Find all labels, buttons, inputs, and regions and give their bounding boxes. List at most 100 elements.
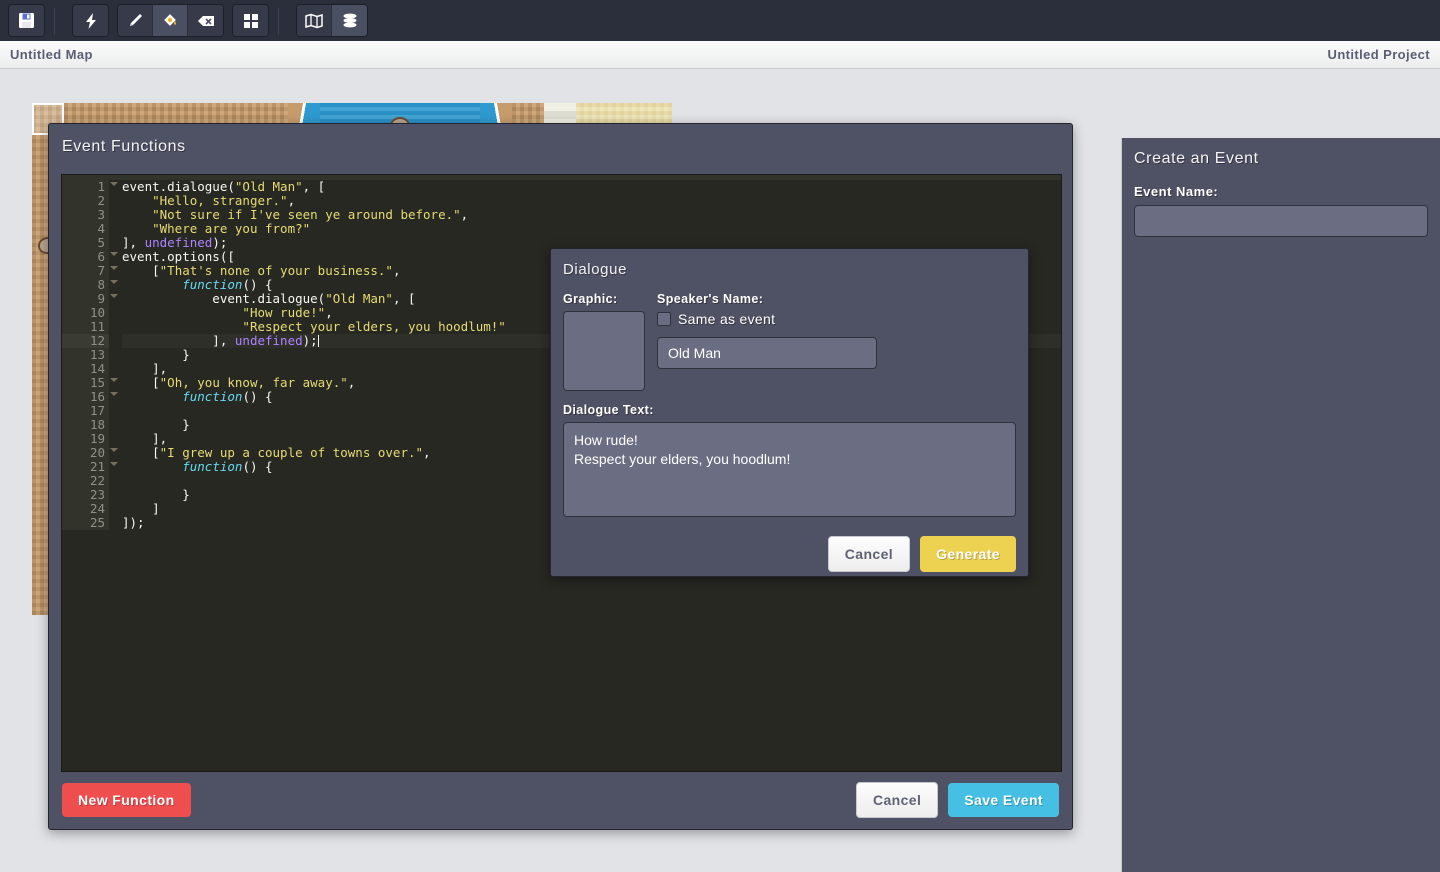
lightning-icon <box>83 12 99 30</box>
eraser-icon <box>196 13 216 29</box>
dialogue-text-label: Dialogue Text: <box>563 403 654 417</box>
text-cursor <box>317 335 319 347</box>
grid-button[interactable] <box>233 5 268 36</box>
code-line-text: "How rude!", <box>242 305 333 320</box>
bucket-icon <box>161 12 179 30</box>
code-line-text: ["That's none of your business.", <box>122 263 401 278</box>
toolbar-group-draw <box>117 4 224 37</box>
code-line-text: event.dialogue("Old Man", [ <box>122 291 416 306</box>
event-functions-panel: Event Functions 1 event.dialogue("Old Man… <box>48 123 1073 830</box>
graphic-picker[interactable] <box>563 311 645 391</box>
code-fold-arrow-icon[interactable] <box>110 252 118 256</box>
map-title: Untitled Map <box>10 47 93 62</box>
code-fold-arrow-icon[interactable] <box>110 392 118 396</box>
dialogue-modal-footer: Cancel Generate <box>563 536 1016 572</box>
line-number: 10 <box>62 306 109 320</box>
save-event-button[interactable]: Save Event <box>948 783 1059 817</box>
brush-icon <box>126 12 144 30</box>
toolbar-divider-2 <box>278 7 279 34</box>
same-as-event-label: Same as event <box>678 311 776 327</box>
line-number: 12 <box>62 334 109 348</box>
sidebar-heading: Create an Event <box>1134 150 1259 167</box>
toolbar-group-file <box>8 4 45 37</box>
dialogue-cancel-button[interactable]: Cancel <box>827 536 911 572</box>
code-line-text: function() { <box>182 459 273 474</box>
dialogue-top-row: Graphic: Speaker's Name: Same as event <box>563 292 1016 391</box>
event-cancel-button[interactable]: Cancel <box>855 782 939 818</box>
code-fold-arrow-icon[interactable] <box>110 266 118 270</box>
workspace: Event Functions 1 event.dialogue("Old Man… <box>0 69 1440 872</box>
line-number: 7 <box>62 264 118 278</box>
code-line[interactable]: 4 "Where are you from?" <box>62 222 1061 236</box>
code-fold-arrow-icon[interactable] <box>110 294 118 298</box>
gutter-pad <box>109 222 122 236</box>
toolbar-group-grid <box>232 4 269 37</box>
gutter-pad <box>109 348 122 362</box>
line-number: 21 <box>62 460 118 474</box>
line-number: 3 <box>62 208 109 222</box>
code-line-text: ], undefined); <box>122 235 228 250</box>
line-number: 14 <box>62 362 109 376</box>
gutter-pad <box>109 488 122 502</box>
gutter-pad <box>109 306 122 320</box>
gutter-pad <box>109 474 122 488</box>
speaker-name-input[interactable] <box>657 337 877 369</box>
code-line-text: ["Oh, you know, far away.", <box>122 375 356 390</box>
line-number: 4 <box>62 222 109 236</box>
graphic-label: Graphic: <box>563 292 618 306</box>
event-name-input[interactable] <box>1134 205 1428 237</box>
main-toolbar <box>0 0 1440 41</box>
eraser-button[interactable] <box>188 5 223 36</box>
line-number: 17 <box>62 404 109 418</box>
same-as-event-row[interactable]: Same as event <box>657 311 877 327</box>
line-number: 24 <box>62 502 109 516</box>
code-line-text: } <box>122 487 190 502</box>
dialogue-text-input[interactable] <box>563 422 1016 517</box>
code-line-text: ], <box>122 431 168 446</box>
new-function-button[interactable]: New Function <box>62 783 191 817</box>
code-fold-arrow-icon[interactable] <box>110 280 118 284</box>
line-number: 16 <box>62 390 118 404</box>
code-fold-arrow-icon[interactable] <box>110 378 118 382</box>
code-fold-arrow-icon[interactable] <box>110 462 118 466</box>
code-line-text: ], undefined); <box>122 333 319 348</box>
line-number: 13 <box>62 348 109 362</box>
event-functions-heading: Event Functions <box>62 138 186 155</box>
line-number: 5 <box>62 236 109 250</box>
layers-button[interactable] <box>332 5 367 36</box>
line-number: 9 <box>62 292 118 306</box>
line-number: 1 <box>62 180 118 194</box>
code-line[interactable]: 1 event.dialogue("Old Man", [ <box>62 180 1061 194</box>
code-line-text: ["I grew up a couple of towns over.", <box>122 445 431 460</box>
line-number: 25 <box>62 516 109 530</box>
code-line-text: ]); <box>122 515 145 530</box>
line-number: 22 <box>62 474 109 488</box>
line-number: 6 <box>62 250 118 264</box>
dialogue-generate-button[interactable]: Generate <box>920 536 1016 572</box>
map-view-button[interactable] <box>297 5 332 36</box>
code-line-text: "Where are you from?" <box>152 221 311 236</box>
brush-button[interactable] <box>118 5 153 36</box>
layers-icon <box>341 12 359 30</box>
code-line[interactable]: 3 "Not sure if I've seen ye around befor… <box>62 208 1061 222</box>
gutter-pad <box>109 516 122 530</box>
event-panel-footer: New Function Cancel Save Event <box>49 771 1072 829</box>
save-icon <box>18 12 35 29</box>
code-line-text: } <box>122 347 190 362</box>
same-as-event-checkbox[interactable] <box>657 312 671 326</box>
gutter-pad <box>109 502 122 516</box>
line-number: 23 <box>62 488 109 502</box>
code-line-text: function() { <box>182 277 273 292</box>
line-number: 15 <box>62 376 118 390</box>
code-line-text: "Respect your elders, you hoodlum!" <box>242 319 506 334</box>
fill-bucket-button[interactable] <box>153 5 188 36</box>
events-button[interactable] <box>73 5 108 36</box>
code-line[interactable]: 2 "Hello, stranger.", <box>62 194 1061 208</box>
line-number: 20 <box>62 446 118 460</box>
code-fold-arrow-icon[interactable] <box>110 182 118 186</box>
save-button[interactable] <box>9 5 44 36</box>
gutter-pad <box>109 208 122 222</box>
graphic-section: Graphic: <box>563 292 645 391</box>
gutter-pad <box>109 404 122 418</box>
code-fold-arrow-icon[interactable] <box>110 448 118 452</box>
